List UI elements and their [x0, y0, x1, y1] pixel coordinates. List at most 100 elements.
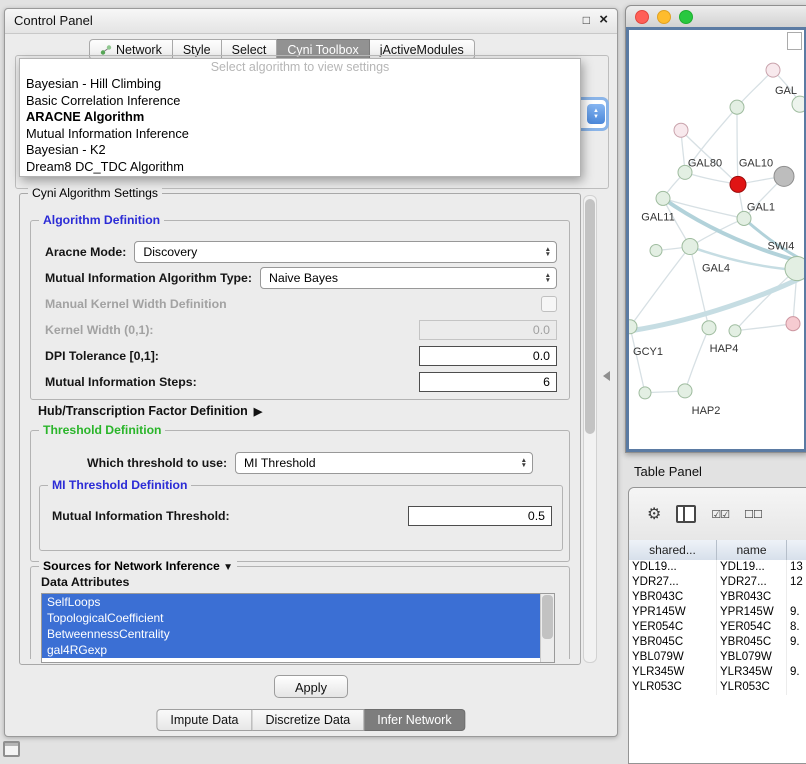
- sources-title[interactable]: Sources for Network Inference ▼: [39, 559, 237, 573]
- gal11-label: GAL11: [641, 211, 674, 223]
- green-node-3[interactable]: [729, 325, 741, 337]
- sources-group: Sources for Network Inference ▼ Data Att…: [30, 566, 570, 659]
- gal10-node-red[interactable]: [730, 176, 746, 192]
- table-row[interactable]: YLR053C YLR053C: [629, 680, 806, 695]
- cell: YPR145W: [717, 605, 787, 620]
- pink-node-3[interactable]: [786, 317, 800, 331]
- cell: YER054C: [629, 620, 717, 635]
- aracne-mode-value: Discovery: [143, 245, 197, 259]
- which-threshold-select[interactable]: MI Threshold ▲▼: [235, 452, 533, 474]
- hap2-node[interactable]: [678, 384, 692, 398]
- gal4-node[interactable]: [682, 238, 698, 254]
- list-item-gal4rgexp[interactable]: gal4RGexp: [42, 642, 545, 658]
- swi4-label: SWI4: [768, 241, 795, 253]
- gcy1-label: GCY1: [633, 346, 663, 358]
- dropdown-item-basic-correlation[interactable]: Basic Correlation Inference: [20, 93, 580, 110]
- list-item-selfloops[interactable]: SelfLoops: [42, 594, 545, 610]
- hap4-node[interactable]: [702, 321, 716, 335]
- green-node-1[interactable]: [730, 100, 744, 114]
- kernel-width-input[interactable]: [419, 320, 557, 340]
- combo-arrows-icon: ▲▼: [521, 458, 527, 468]
- dropdown-item-bayesian-hill-climbing[interactable]: Bayesian - Hill Climbing: [20, 76, 580, 93]
- control-panel-titlebar[interactable]: Control Panel □ ×: [5, 9, 617, 34]
- settings-scrollbar[interactable]: [583, 195, 597, 663]
- cell: YDL19...: [717, 560, 787, 575]
- columns-icon[interactable]: [676, 505, 696, 523]
- dropdown-item-mutual-information[interactable]: Mutual Information Inference: [20, 126, 580, 143]
- dropdown-item-bayesian-k2[interactable]: Bayesian - K2: [20, 142, 580, 159]
- deselect-all-icon[interactable]: ☐☐: [744, 508, 762, 521]
- table-row[interactable]: YLR345W YLR345W 9.: [629, 665, 806, 680]
- table-row[interactable]: YBL079W YBL079W: [629, 650, 806, 665]
- pink-node-2[interactable]: [674, 123, 688, 137]
- network-canvas[interactable]: GAL GAL80 GAL10 GAL11 GAL1 SWI4 GAL4 GCY…: [626, 27, 806, 452]
- algorithm-dropdown-popup: Select algorithm to view settings Bayesi…: [19, 58, 581, 177]
- mi-type-select[interactable]: Naive Bayes ▲▼: [260, 267, 557, 289]
- mi-steps-input[interactable]: [419, 372, 557, 392]
- zoom-traffic-light[interactable]: [679, 10, 693, 24]
- table-row[interactable]: YBR045C YBR045C 9.: [629, 635, 806, 650]
- list-scrollbar-thumb[interactable]: [542, 595, 553, 639]
- cell: 9.: [787, 635, 806, 650]
- select-all-icon[interactable]: ☑☑: [711, 508, 729, 521]
- network-graph[interactable]: GAL GAL80 GAL10 GAL11 GAL1 SWI4 GAL4 GCY…: [629, 30, 804, 449]
- network-view-window: GAL GAL80 GAL10 GAL11 GAL1 SWI4 GAL4 GCY…: [625, 5, 806, 453]
- cell: 9.: [787, 665, 806, 680]
- mi-steps-label: Mutual Information Steps:: [45, 375, 197, 389]
- close-icon[interactable]: ×: [599, 11, 608, 28]
- table-row[interactable]: YDR27... YDR27... 12: [629, 575, 806, 590]
- overview-toggle[interactable]: [787, 32, 802, 50]
- threshold-definition-title: Threshold Definition: [39, 423, 165, 437]
- aracne-mode-select[interactable]: Discovery ▲▼: [134, 241, 557, 263]
- cell: YDL19...: [629, 560, 717, 575]
- table-row[interactable]: YBR043C YBR043C: [629, 590, 806, 605]
- desktop: Control Panel □ × Network Style Select C…: [0, 0, 806, 762]
- column-header-name[interactable]: name: [717, 540, 787, 560]
- hap2-label: HAP2: [692, 405, 721, 417]
- green-node-4[interactable]: [639, 387, 651, 399]
- hub-definition-toggle[interactable]: Hub/Transcription Factor Definition ▶: [38, 404, 262, 418]
- pink-node-1[interactable]: [766, 63, 780, 77]
- gal-node[interactable]: [792, 96, 804, 112]
- gear-icon[interactable]: ⚙: [647, 504, 661, 524]
- apply-button[interactable]: Apply: [274, 675, 348, 698]
- tab-impute-data[interactable]: Impute Data: [156, 709, 252, 731]
- minimize-traffic-light[interactable]: [657, 10, 671, 24]
- mi-threshold-input[interactable]: [408, 506, 552, 526]
- cell: YDR27...: [717, 575, 787, 590]
- table-toolbar: ⚙ ☑☑ ☐☐: [629, 488, 806, 541]
- column-header-shared-name[interactable]: shared...: [629, 540, 717, 560]
- dpi-tolerance-input[interactable]: [419, 346, 557, 366]
- cell: 8.: [787, 620, 806, 635]
- collapse-arrow-icon: ▼: [223, 562, 233, 573]
- manual-kernel-checkbox[interactable]: [541, 296, 557, 312]
- list-item-betweennesscentrality[interactable]: BetweennessCentrality: [42, 626, 545, 642]
- green-node-2[interactable]: [650, 245, 662, 257]
- dropdown-item-aracne[interactable]: ARACNE Algorithm: [20, 109, 580, 126]
- table-row[interactable]: YPR145W YPR145W 9.: [629, 605, 806, 620]
- gray-hub-node[interactable]: [774, 166, 794, 186]
- gal1-node[interactable]: [737, 211, 751, 225]
- window-title: Control Panel: [14, 13, 93, 28]
- network-window-titlebar[interactable]: [626, 6, 806, 28]
- combo-arrows-icon: ▲▼: [545, 247, 551, 257]
- hub-definition-label: Hub/Transcription Factor Definition: [38, 404, 248, 418]
- float-window-icon[interactable]: □: [583, 13, 590, 27]
- gal11-node[interactable]: [656, 191, 670, 205]
- table-row[interactable]: YDL19... YDL19... 13: [629, 560, 806, 575]
- cell: YBR043C: [717, 590, 787, 605]
- table-row[interactable]: YER054C YER054C 8.: [629, 620, 806, 635]
- swi4-node[interactable]: [785, 257, 804, 281]
- cell: 12: [787, 575, 806, 590]
- tab-infer-network[interactable]: Infer Network: [364, 709, 465, 731]
- minimized-panel-icon[interactable]: [3, 741, 20, 757]
- dropdown-item-dream8[interactable]: Dream8 DC_TDC Algorithm: [20, 159, 580, 176]
- panel-collapse-arrow-icon[interactable]: [603, 371, 610, 381]
- control-panel-window: Control Panel □ × Network Style Select C…: [4, 8, 618, 737]
- settings-scrollbar-thumb[interactable]: [585, 199, 595, 434]
- close-traffic-light[interactable]: [635, 10, 649, 24]
- list-item-topologicalcoefficient[interactable]: TopologicalCoefficient: [42, 610, 545, 626]
- tab-discretize-data[interactable]: Discretize Data: [253, 709, 365, 731]
- column-header-extra[interactable]: [787, 540, 806, 560]
- list-scrollbar[interactable]: [540, 594, 554, 662]
